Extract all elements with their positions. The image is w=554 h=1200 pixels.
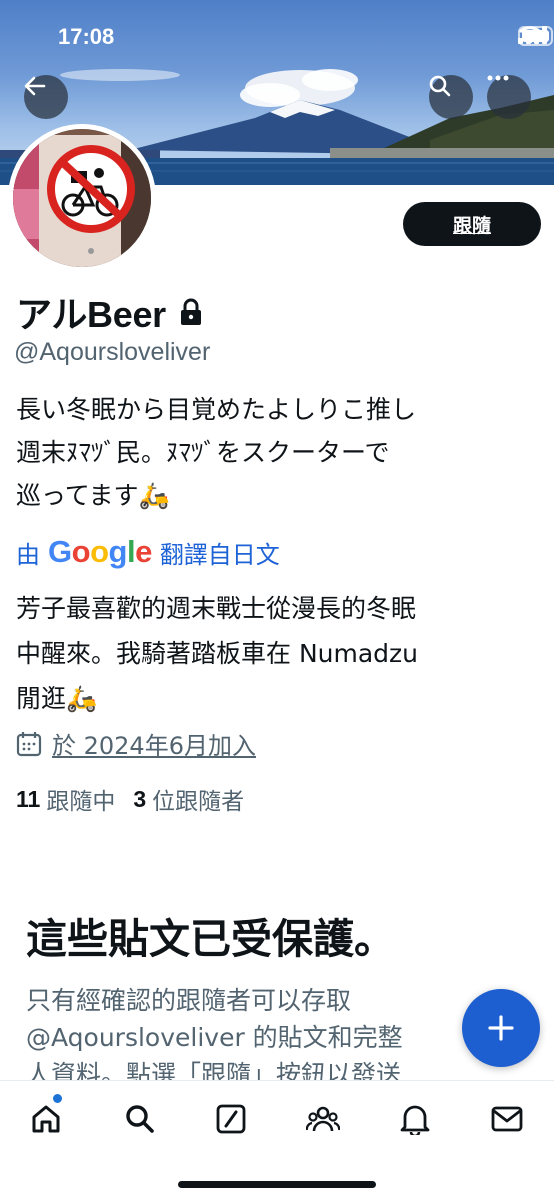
more-icon	[487, 75, 509, 81]
translated-bio-line: 中醒來。我騎著踏板車在 Numadzu	[16, 639, 419, 668]
grok-icon	[216, 1104, 246, 1134]
followers-count[interactable]: 3	[133, 786, 146, 813]
following-label[interactable]: 跟隨中	[46, 782, 115, 816]
back-arrow-icon	[24, 76, 46, 96]
google-logo: Google	[48, 534, 152, 569]
translated-bio-line: 閒逛🛵	[16, 684, 98, 713]
translate-by-label: 由	[16, 540, 40, 569]
bio-line: 週末ﾇﾏﾂﾞ民。ﾇﾏﾂﾞをスクーターで	[16, 438, 390, 467]
nav-grok[interactable]	[211, 1099, 251, 1139]
display-name-row: アルBeer	[16, 286, 202, 338]
battery-icon	[518, 26, 553, 46]
protected-title: 這些貼文已受保護。	[26, 915, 395, 963]
home-icon	[32, 1105, 60, 1133]
nav-messages[interactable]	[487, 1099, 527, 1139]
no-bicycle-sign-image	[13, 129, 151, 267]
translate-row[interactable]: 由 Google 翻譯自日文	[16, 532, 280, 572]
lock-icon	[180, 298, 201, 325]
translate-link[interactable]: 翻譯自日文	[160, 535, 280, 570]
more-button[interactable]	[487, 75, 531, 119]
nav-notifications[interactable]	[395, 1099, 435, 1139]
status-time: 17:08	[58, 24, 115, 49]
handle: @Aqoursloveliver	[14, 338, 211, 366]
translated-bio-line: 芳子最喜歡的週末戰士從漫長的冬眠	[16, 594, 417, 623]
bio-line: 長い冬眠から目覚めたよしりこ推し	[16, 395, 417, 424]
search-button[interactable]	[429, 75, 473, 119]
follow-stats: 11 跟隨中 3 位跟隨者	[16, 782, 244, 816]
nav-home[interactable]	[26, 1099, 66, 1139]
back-button[interactable]	[24, 75, 68, 119]
nav-explore[interactable]	[120, 1099, 160, 1139]
joined-row: 於 2024年6月加入	[16, 726, 256, 761]
notifications-icon	[400, 1105, 430, 1135]
compose-button[interactable]	[462, 989, 540, 1067]
nav-communities[interactable]	[303, 1099, 343, 1139]
bio: 長い冬眠から目覚めたよしりこ推し 週末ﾇﾏﾂﾞ民。ﾇﾏﾂﾞをスクーターで 巡って…	[16, 388, 546, 517]
plus-icon	[488, 1015, 514, 1041]
home-indicator	[178, 1181, 376, 1188]
joined-date: 於 2024年6月加入	[52, 732, 256, 760]
communities-icon	[306, 1106, 340, 1132]
messages-icon	[491, 1106, 523, 1132]
home-unread-dot	[53, 1094, 62, 1103]
avatar[interactable]	[8, 124, 156, 272]
follow-button[interactable]: 跟隨	[403, 202, 541, 246]
translated-bio: 芳子最喜歡的週末戰士從漫長的冬眠 中醒來。我騎著踏板車在 Numadzu 閒逛🛵	[16, 586, 546, 721]
following-count[interactable]: 11	[16, 786, 40, 813]
explore-icon	[126, 1105, 154, 1133]
search-icon	[429, 75, 451, 97]
bio-line: 巡ってます🛵	[16, 481, 170, 510]
calendar-icon	[16, 731, 42, 756]
followers-label[interactable]: 位跟隨者	[152, 782, 244, 816]
display-name: アルBeer	[16, 294, 166, 335]
